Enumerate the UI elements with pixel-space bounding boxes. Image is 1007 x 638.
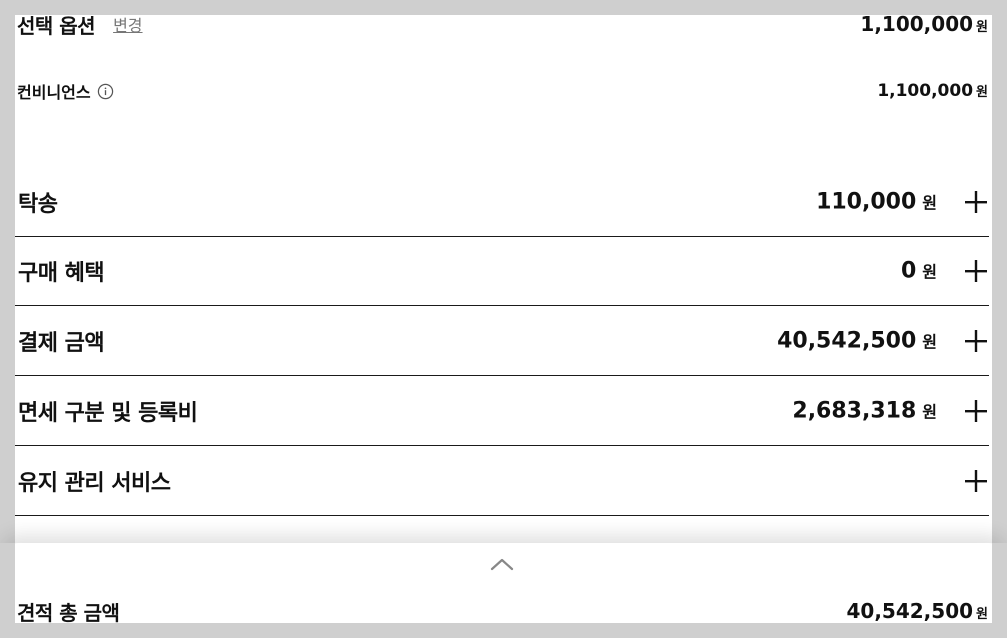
accordion-amount: 110,000 원 xyxy=(816,189,937,214)
plus-icon[interactable] xyxy=(965,259,987,282)
total-row: 견적 총 금액 40,542,500 원 xyxy=(17,597,988,625)
amount-value: 110,000 xyxy=(816,189,917,214)
amount-currency: 원 xyxy=(922,193,937,212)
convenience-price: 1,100,000 원 xyxy=(877,81,988,101)
change-option-link[interactable]: 변경 xyxy=(113,12,142,36)
accordion-label: 면세 구분 및 등록비 xyxy=(18,400,198,426)
frame-left-edge xyxy=(0,543,15,638)
quote-summary-sheet: 견적 총 금액 40,542,500 원 xyxy=(0,543,1007,638)
total-currency: 원 xyxy=(976,607,988,622)
info-icon[interactable] xyxy=(97,83,114,100)
total-label: 견적 총 금액 xyxy=(17,600,120,625)
selected-option-row: 선택 옵션 변경 1,100,000 원 xyxy=(17,9,988,39)
plus-icon[interactable] xyxy=(965,329,987,352)
accordion-delivery[interactable]: 탁송 110,000 원 xyxy=(15,167,989,237)
accordion-tax-registration[interactable]: 면세 구분 및 등록비 2,683,318 원 xyxy=(15,376,989,446)
accordion-maintenance-service[interactable]: 유지 관리 서비스 xyxy=(15,446,989,516)
selected-option-currency: 원 xyxy=(976,20,988,35)
accordion-amount: 0원 xyxy=(901,258,937,283)
convenience-left: 컨비니언스 xyxy=(17,79,114,103)
total-price: 40,542,500 원 xyxy=(847,599,989,623)
amount-currency: 원 xyxy=(922,402,937,421)
selected-option-left: 선택 옵션 변경 xyxy=(17,10,143,39)
selected-option-price: 1,100,000 원 xyxy=(860,12,988,36)
accordion-label: 결제 금액 xyxy=(18,330,105,356)
convenience-label: 컨비니언스 xyxy=(17,83,91,102)
chevron-up-icon[interactable] xyxy=(490,557,514,571)
accordion-label: 구매 혜택 xyxy=(18,260,105,286)
accordion-amount: 40,542,500 원 xyxy=(777,328,937,353)
accordion-payment-amount[interactable]: 결제 금액 40,542,500 원 xyxy=(15,306,989,376)
accordion-label: 유지 관리 서비스 xyxy=(18,470,171,496)
accordion-purchase-benefit[interactable]: 구매 혜택 0원 xyxy=(15,236,989,306)
convenience-row: 컨비니언스 1,100,000 원 xyxy=(17,78,988,104)
amount-currency: 원 xyxy=(922,262,937,281)
selected-option-title: 선택 옵션 xyxy=(17,13,96,38)
amount-value: 0 xyxy=(900,258,917,283)
frame-bottom-edge xyxy=(0,623,1007,638)
amount-currency: 원 xyxy=(922,332,937,351)
frame-right-edge xyxy=(992,543,1007,638)
plus-icon[interactable] xyxy=(965,399,987,422)
amount-value: 40,542,500 xyxy=(777,328,917,353)
accordion-label: 탁송 xyxy=(18,191,58,217)
amount-value: 2,683,318 xyxy=(792,398,917,423)
plus-icon[interactable] xyxy=(965,469,987,492)
plus-icon[interactable] xyxy=(965,190,987,213)
total-amount: 40,542,500 xyxy=(846,599,974,623)
selected-option-amount: 1,100,000 xyxy=(860,12,974,36)
convenience-amount: 1,100,000 xyxy=(877,81,974,101)
accordion-amount: 2,683,318 원 xyxy=(792,398,937,423)
convenience-currency: 원 xyxy=(976,85,988,100)
